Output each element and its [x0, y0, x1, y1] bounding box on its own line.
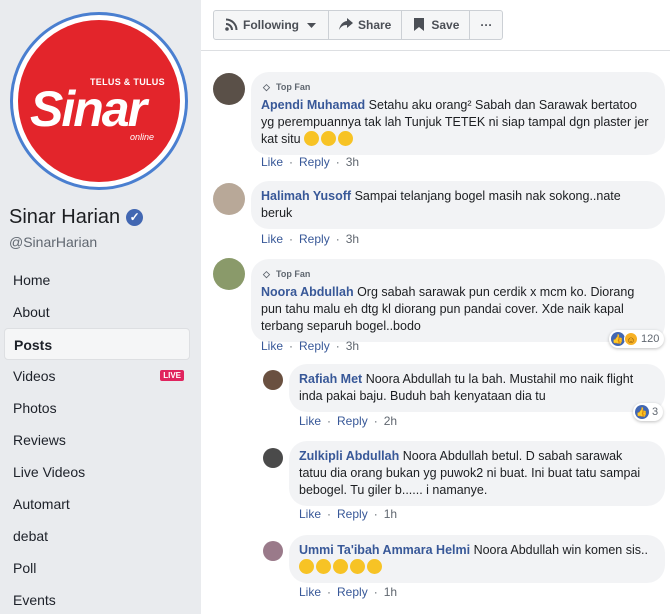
comment-text: Noora Abdullah win komen sis.. [473, 543, 648, 557]
comment-actions: Like · Reply · 2h [299, 414, 398, 428]
page-name-text[interactable]: Sinar Harian [9, 206, 120, 229]
laughing-emoji-icon [304, 131, 355, 146]
reply-bubble: Zulkipli Abdullah Noora Abdullah betul. … [289, 441, 665, 506]
reply-link[interactable]: Reply [337, 585, 368, 599]
share-button[interactable]: Share [329, 11, 403, 39]
comment-author[interactable]: Halimah Yusoff [261, 189, 351, 203]
reply-link[interactable]: Reply [299, 155, 330, 169]
comment-bubble: ◇ Top Fan Noora Abdullah Org sabah sarawa… [251, 259, 665, 342]
like-link[interactable]: Like [299, 585, 321, 599]
sinar-logo: TELUS & TULUS Sinar online [18, 20, 180, 182]
page-handle[interactable]: @SinarHarian [9, 234, 97, 250]
comment-actions: Like · Reply · 3h [261, 155, 360, 169]
save-button[interactable]: Save [402, 11, 471, 39]
avatar[interactable] [213, 183, 245, 215]
like-link[interactable]: Like [261, 339, 283, 353]
like-link[interactable]: Like [299, 507, 321, 521]
avatar[interactable] [263, 448, 283, 468]
nav-item-debat[interactable]: debat [4, 520, 190, 552]
avatar[interactable] [263, 370, 283, 390]
page-title[interactable]: Sinar Harian ✓ [9, 206, 144, 229]
save-label: Save [431, 18, 460, 32]
bookmark-icon [412, 18, 426, 32]
nav-item-photos[interactable]: Photos [4, 392, 190, 424]
comment-time[interactable]: 3h [346, 232, 359, 246]
logo-subtext: online [130, 132, 155, 142]
comment-time[interactable]: 2h [384, 414, 397, 428]
logo-wordmark: Sinar [30, 81, 147, 137]
avatar[interactable] [213, 258, 245, 290]
comment-bubble: Halimah Yusoff Sampai telanjang bogel ma… [251, 181, 665, 229]
reply-link[interactable]: Reply [299, 232, 330, 246]
comment-author[interactable]: Ummi Ta'ibah Ammara Helmi [299, 543, 470, 557]
nav-item-events[interactable]: Events [4, 584, 190, 614]
comment-time[interactable]: 1h [384, 507, 397, 521]
comment-actions: Like · Reply · 1h [299, 585, 398, 599]
page-nav: Home About Posts Videos LIVE Photos Revie… [4, 264, 190, 614]
top-fan-badge: ◇ Top Fan [261, 266, 653, 283]
comment-time[interactable]: 3h [346, 155, 359, 169]
more-icon: ··· [480, 18, 493, 32]
page-actions-toolbar: Following Share Save ··· [213, 10, 504, 40]
like-link[interactable]: Like [299, 414, 321, 428]
comment-bubble: ◇ Top Fan Apendi Muhamad Setahu aku orang… [251, 72, 665, 155]
comment-time[interactable]: 1h [384, 585, 397, 599]
comment-author[interactable]: Apendi Muhamad [261, 98, 365, 112]
reaction-count-value: 3 [652, 406, 659, 418]
nav-item-automart[interactable]: Automart [4, 488, 190, 520]
reaction-count[interactable]: 👍 3 [633, 403, 664, 421]
reply-link[interactable]: Reply [337, 507, 368, 521]
live-badge: LIVE [160, 370, 184, 381]
reply-bubble: Rafiah Met Noora Abdullah tu la bah. Mus… [289, 364, 665, 412]
divider [201, 50, 670, 54]
nav-item-about[interactable]: About [4, 296, 190, 328]
rss-icon [224, 18, 238, 32]
comment-author[interactable]: Rafiah Met [299, 372, 362, 386]
reaction-count-value: 120 [641, 333, 660, 345]
comment-actions: Like · Reply · 1h [299, 507, 398, 521]
reaction-count[interactable]: 👍 ☺ 120 [609, 330, 665, 348]
comment-actions: Like · Reply · 3h [261, 339, 360, 353]
nav-item-poll[interactable]: Poll [4, 552, 190, 584]
comment-actions: Like · Reply · 3h [261, 232, 360, 246]
caret-down-icon [304, 18, 318, 32]
avatar[interactable] [263, 541, 283, 561]
nav-item-live-videos[interactable]: Live Videos [4, 456, 190, 488]
comment-author[interactable]: Zulkipli Abdullah [299, 449, 399, 463]
share-arrow-icon [339, 18, 353, 32]
top-fan-badge: ◇ Top Fan [261, 79, 653, 96]
comment-time[interactable]: 3h [346, 339, 359, 353]
like-reaction-icon: 👍 [611, 332, 625, 346]
following-button[interactable]: Following [214, 11, 329, 39]
diamond-icon: ◇ [263, 82, 270, 92]
haha-reaction-icon: ☺ [624, 332, 638, 346]
comment-author[interactable]: Noora Abdullah [261, 285, 354, 299]
like-reaction-icon: 👍 [635, 405, 649, 419]
like-link[interactable]: Like [261, 155, 283, 169]
page-profile-picture[interactable]: TELUS & TULUS Sinar online [10, 12, 188, 190]
like-link[interactable]: Like [261, 232, 283, 246]
reply-bubble: Ummi Ta'ibah Ammara Helmi Noora Abdullah… [289, 535, 665, 583]
nav-item-posts[interactable]: Posts [4, 328, 190, 360]
following-label: Following [243, 18, 299, 32]
thumbs-up-emoji-icon [299, 559, 384, 574]
avatar[interactable] [213, 73, 245, 105]
reply-link[interactable]: Reply [299, 339, 330, 353]
page-sidebar: TELUS & TULUS Sinar online Sinar Harian … [0, 0, 200, 614]
share-label: Share [358, 18, 392, 32]
diamond-icon: ◇ [263, 269, 270, 279]
reply-link[interactable]: Reply [337, 414, 368, 428]
nav-item-home[interactable]: Home [4, 264, 190, 296]
nav-item-videos[interactable]: Videos LIVE [4, 360, 190, 392]
more-options-button[interactable]: ··· [470, 11, 502, 39]
verified-badge-icon: ✓ [126, 209, 144, 226]
post-comments-panel: Following Share Save ··· ◇ Top Fan Apendi… [201, 0, 670, 614]
nav-item-reviews[interactable]: Reviews [4, 424, 190, 456]
